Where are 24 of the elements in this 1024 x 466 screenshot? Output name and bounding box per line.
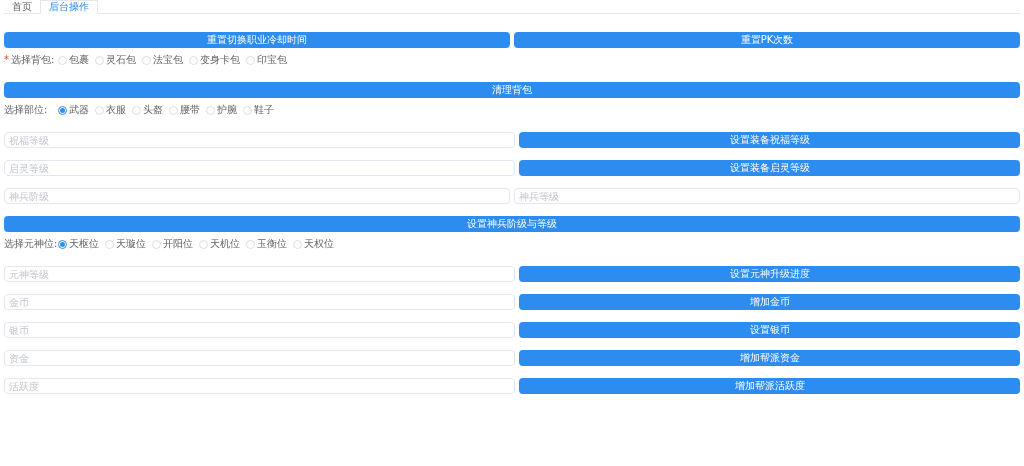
radio-option[interactable]: 腰带 bbox=[169, 105, 200, 115]
tab[interactable]: 首页 bbox=[4, 0, 40, 13]
field-label: 选择元神位: bbox=[4, 239, 58, 249]
radio-option[interactable]: 开阳位 bbox=[152, 239, 193, 249]
radio-option[interactable]: 天机位 bbox=[199, 239, 240, 249]
radio-option[interactable]: 天璇位 bbox=[105, 239, 146, 249]
radio-option[interactable]: 护腕 bbox=[206, 105, 237, 115]
radio-option[interactable]: 法宝包 bbox=[142, 55, 183, 65]
radio-option[interactable]: 衣服 bbox=[95, 105, 126, 115]
tab[interactable]: 后台操作 bbox=[40, 0, 98, 14]
radio-option[interactable]: 印宝包 bbox=[246, 55, 287, 65]
required-mark: * bbox=[4, 55, 9, 65]
radio-option[interactable]: 武器 bbox=[58, 105, 89, 115]
input-field[interactable]: 银币 bbox=[4, 322, 515, 338]
radio-option[interactable]: 变身卡包 bbox=[189, 55, 240, 65]
radio-option[interactable]: 玉衡位 bbox=[246, 239, 287, 249]
radio-option[interactable]: 天枢位 bbox=[58, 239, 99, 249]
field-label: 选择部位: bbox=[4, 105, 48, 115]
radio-option[interactable]: 头盔 bbox=[132, 105, 163, 115]
radio-option[interactable]: 包裹 bbox=[58, 55, 89, 65]
radio-option[interactable]: 天权位 bbox=[293, 239, 334, 249]
field-label: 选择背包: bbox=[11, 55, 55, 65]
radio-option[interactable]: 灵石包 bbox=[95, 55, 136, 65]
radio-option[interactable]: 鞋子 bbox=[243, 105, 274, 115]
